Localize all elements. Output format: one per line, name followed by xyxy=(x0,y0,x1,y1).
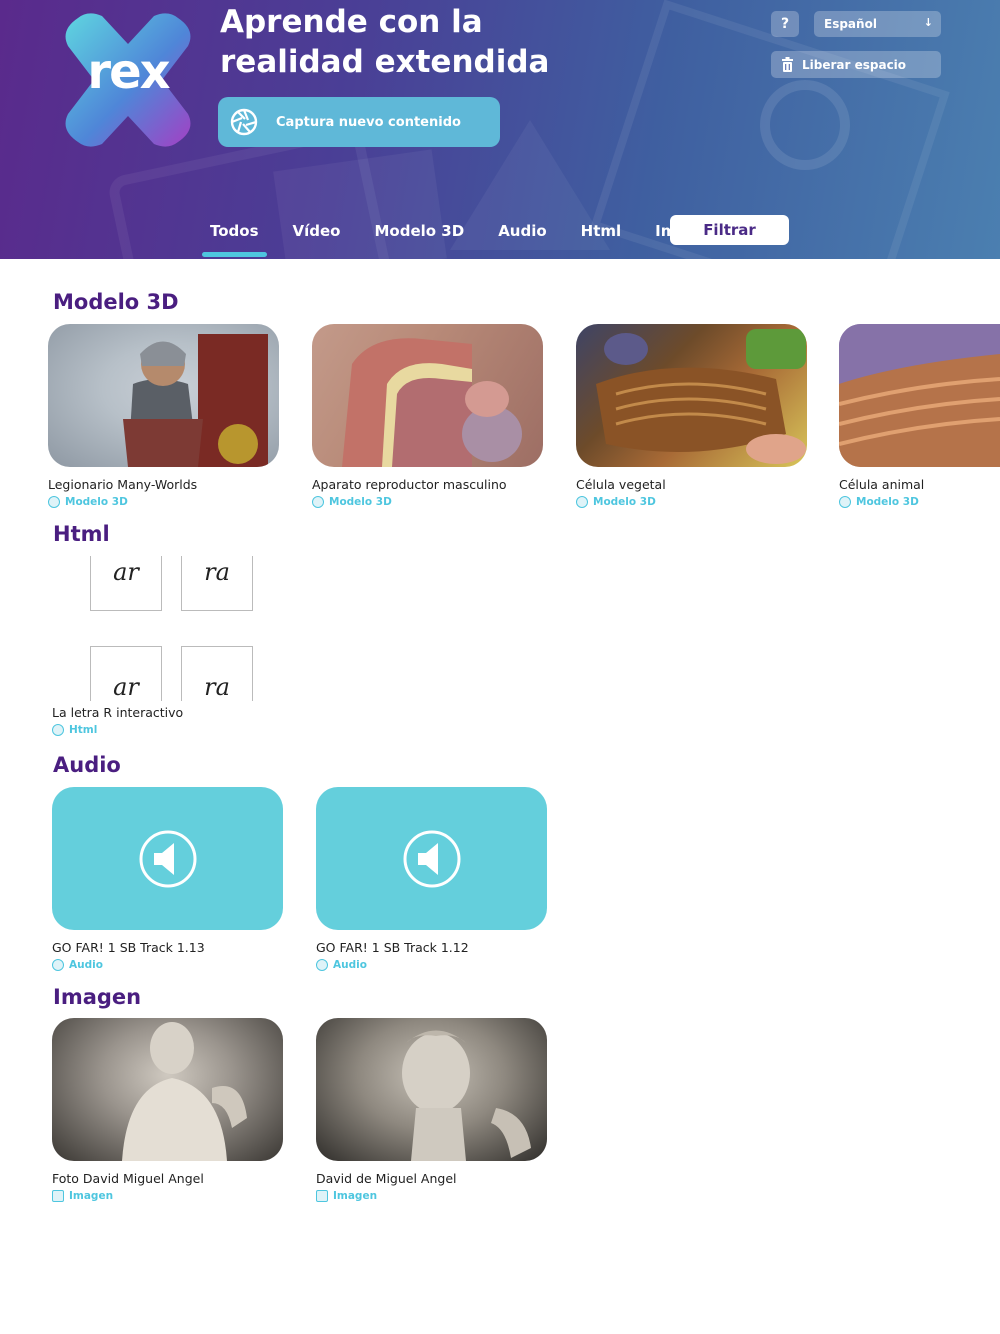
thumbnail-legionario[interactable] xyxy=(48,324,279,467)
card-type: Modelo 3D xyxy=(312,496,543,508)
card-title: David de Miguel Angel xyxy=(316,1171,457,1186)
trash-icon xyxy=(782,57,793,72)
free-space-button[interactable]: Liberar espacio xyxy=(771,51,941,78)
section-title-imagen: Imagen xyxy=(53,985,142,1009)
card-type-label: Audio xyxy=(333,959,367,971)
audio-icon xyxy=(52,959,64,971)
content-card[interactable]: David de Miguel Angel Imagen xyxy=(316,1018,547,1202)
thumbnail-letra-r[interactable]: ar ra ar ra xyxy=(52,556,283,701)
card-type-label: Html xyxy=(69,724,98,736)
content-card[interactable]: La letra R interactivo Html xyxy=(52,699,283,736)
legionnaire-figure xyxy=(123,334,268,467)
language-select[interactable]: Español ↓ xyxy=(814,11,941,37)
logo-text: rex xyxy=(87,44,170,100)
header-banner: rex Aprende con la realidad extendida Ca… xyxy=(0,0,1000,259)
card-title: Célula animal xyxy=(839,477,925,492)
speaker-icon xyxy=(139,830,196,887)
letter-tile: ar xyxy=(90,556,162,611)
card-type-label: Audio xyxy=(69,959,103,971)
card-type: Modelo 3D xyxy=(576,496,807,508)
card-type: Audio xyxy=(316,959,547,971)
card-title: Legionario Many-Worlds xyxy=(48,477,198,492)
thumbnail-celula-vegetal[interactable] xyxy=(576,324,807,467)
david-statue-photo xyxy=(122,1022,247,1161)
thumbnail-celula-animal[interactable] xyxy=(839,324,1000,467)
cube-icon xyxy=(48,496,60,508)
camera-shutter-icon xyxy=(230,108,258,136)
section-title-html: Html xyxy=(53,522,110,546)
card-type: Audio xyxy=(52,959,283,971)
card-type-label: Imagen xyxy=(333,1190,378,1202)
content-card[interactable]: Foto David Miguel Angel Imagen xyxy=(52,1018,283,1202)
tab-html[interactable]: Html xyxy=(573,222,630,240)
card-type-label: Modelo 3D xyxy=(65,496,128,508)
card-type-label: Modelo 3D xyxy=(856,496,919,508)
content-card[interactable]: Célula vegetal Modelo 3D xyxy=(576,324,807,508)
card-title: La letra R interactivo xyxy=(52,705,184,720)
anatomy-model xyxy=(342,338,522,467)
headline-line-1: Aprende con la xyxy=(220,4,483,40)
card-title: Foto David Miguel Angel xyxy=(52,1171,204,1186)
thumbnail-aparato-reproductor[interactable] xyxy=(312,324,543,467)
card-type: Imagen xyxy=(52,1190,283,1202)
card-type: Html xyxy=(52,724,283,736)
thumbnail-david[interactable] xyxy=(316,1018,547,1161)
filter-button[interactable]: Filtrar xyxy=(670,215,789,245)
cube-icon xyxy=(839,496,851,508)
section-title-modelo-3d: Modelo 3D xyxy=(53,290,179,314)
thumbnail-foto-david[interactable] xyxy=(52,1018,283,1161)
letter-tile: ra xyxy=(181,556,253,611)
cube-icon xyxy=(312,496,324,508)
letter-tile: ar xyxy=(90,646,162,701)
tab-audio[interactable]: Audio xyxy=(490,222,554,240)
tab-video[interactable]: Vídeo xyxy=(285,222,349,240)
capture-button-label: Captura nuevo contenido xyxy=(276,114,461,130)
image-icon xyxy=(52,1190,64,1202)
capture-new-content-button[interactable]: Captura nuevo contenido xyxy=(218,97,500,147)
card-type: Imagen xyxy=(316,1190,547,1202)
card-title: Aparato reproductor masculino xyxy=(312,477,507,492)
audio-icon xyxy=(316,959,328,971)
plant-cell-model xyxy=(596,329,806,464)
html-icon xyxy=(52,724,64,736)
card-type: Modelo 3D xyxy=(839,496,1000,508)
headline-line-2: realidad extendida xyxy=(220,44,550,80)
card-title: GO FAR! 1 SB Track 1.13 xyxy=(52,940,205,955)
tab-modelo-3d[interactable]: Modelo 3D xyxy=(366,222,472,240)
category-tabs: Todos Vídeo Modelo 3D Audio Html Imagen xyxy=(202,216,744,257)
content-card[interactable]: Célula animal Modelo 3D xyxy=(839,324,1000,508)
content-card[interactable]: Legionario Many-Worlds Modelo 3D xyxy=(48,324,279,508)
card-type-label: Imagen xyxy=(69,1190,114,1202)
david-statue-photo xyxy=(402,1030,531,1161)
image-icon xyxy=(316,1190,328,1202)
free-space-label: Liberar espacio xyxy=(802,57,907,72)
language-value: Español xyxy=(824,17,877,31)
thumbnail-audio[interactable] xyxy=(52,787,283,930)
speaker-icon xyxy=(403,830,460,887)
card-type-label: Modelo 3D xyxy=(593,496,656,508)
cube-icon xyxy=(576,496,588,508)
content-card[interactable]: Aparato reproductor masculino Modelo 3D xyxy=(312,324,543,508)
animal-cell-model xyxy=(839,324,1000,467)
help-button[interactable]: ? xyxy=(771,11,799,37)
page-headline: Aprende con la realidad extendida xyxy=(220,2,580,82)
section-title-audio: Audio xyxy=(53,753,121,777)
card-type: Modelo 3D xyxy=(48,496,279,508)
background-decoration xyxy=(760,80,850,170)
rex-logo: rex xyxy=(58,10,198,150)
letter-tile: ra xyxy=(181,646,253,701)
thumbnail-audio[interactable] xyxy=(316,787,547,930)
tab-todos[interactable]: Todos xyxy=(202,222,267,257)
card-type-label: Modelo 3D xyxy=(329,496,392,508)
card-title: Célula vegetal xyxy=(576,477,666,492)
content-card[interactable]: GO FAR! 1 SB Track 1.12 Audio xyxy=(316,787,547,971)
content-card[interactable]: GO FAR! 1 SB Track 1.13 Audio xyxy=(52,787,283,971)
arrow-down-icon: ↓ xyxy=(923,16,933,29)
card-title: GO FAR! 1 SB Track 1.12 xyxy=(316,940,469,955)
